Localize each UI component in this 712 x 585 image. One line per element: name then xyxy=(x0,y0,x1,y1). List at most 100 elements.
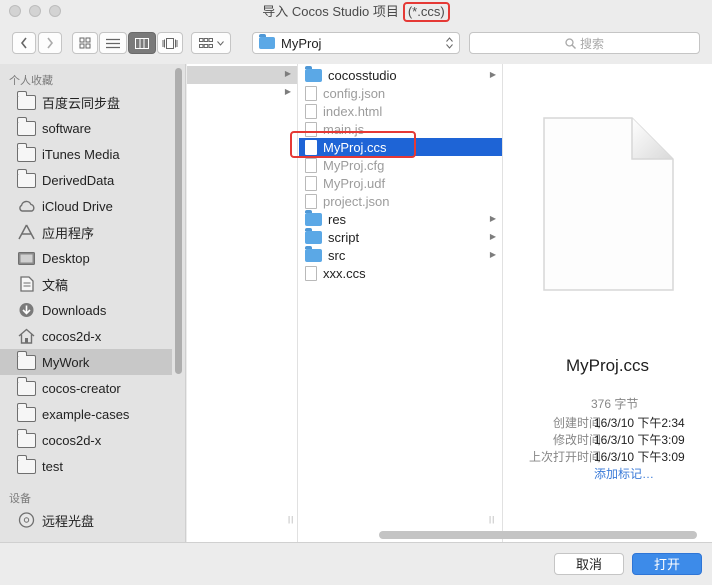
folder-icon xyxy=(17,90,36,110)
file-icon xyxy=(305,193,317,209)
search-placeholder: 搜索 xyxy=(579,36,604,51)
file-row-xxx-ccs[interactable]: xxx.ccs xyxy=(299,264,502,282)
sidebar-item-label: MyWork xyxy=(42,354,90,370)
dialog-footer: 取消 打开 xyxy=(0,542,712,585)
sidebar-item-remote-disc[interactable]: 远程光盘 xyxy=(0,507,172,533)
meta-value: 16/3/10 下午3:09 xyxy=(594,450,685,464)
preview-file-name: MyProj.ccs xyxy=(565,356,650,375)
file-row-myproj-cfg: MyProj.cfg xyxy=(299,156,502,174)
applications-icon xyxy=(18,224,35,240)
sidebar-item-label: test xyxy=(42,458,63,474)
forward-button[interactable] xyxy=(38,32,62,54)
file-name: xxx.ccs xyxy=(323,265,366,281)
updown-arrows-icon xyxy=(446,37,453,49)
disc-icon xyxy=(18,512,35,528)
disclosure-arrow-icon: ▶ xyxy=(284,87,291,96)
file-row-src[interactable]: src ▶ xyxy=(299,245,502,264)
chevron-down-icon xyxy=(216,40,224,46)
favorites-header: 个人收藏 xyxy=(9,75,53,87)
list-icon xyxy=(106,38,120,48)
window-controls xyxy=(9,5,61,17)
folder-icon xyxy=(17,428,36,448)
zoom-window-button[interactable] xyxy=(49,5,61,17)
folder-icon xyxy=(305,65,322,82)
sidebar-item-label: 百度云同步盘 xyxy=(42,95,121,111)
cloud-icon xyxy=(19,200,35,212)
sidebar: 个人收藏 百度云同步盘 software iTunes Media Derive… xyxy=(0,64,186,542)
sidebar-item-applications[interactable]: 应用程序 xyxy=(0,219,172,245)
sidebar-scrollbar[interactable] xyxy=(175,68,182,374)
file-row-cocosstudio[interactable]: cocosstudio ▶ xyxy=(299,65,502,84)
window-title: 导入 Cocos Studio 项目 xyxy=(262,4,399,19)
meta-label: 上次打开时间 xyxy=(528,450,601,464)
chevron-right-icon xyxy=(47,37,54,49)
sidebar-item-software[interactable]: software xyxy=(0,115,172,141)
meta-value: 16/3/10 下午2:34 xyxy=(594,416,685,430)
column-resize-handle[interactable]: || xyxy=(489,515,495,524)
sidebar-item-label: cocos2d-x xyxy=(42,328,102,344)
folder-icon xyxy=(305,227,322,244)
parent-column-row[interactable]: ▶ xyxy=(187,84,297,102)
icon-view-button[interactable] xyxy=(72,32,98,54)
search-field[interactable]: 搜索 xyxy=(469,32,700,54)
home-icon xyxy=(18,328,35,344)
sidebar-item-documents[interactable]: 文稿 xyxy=(0,271,172,297)
file-row-index-html: index.html xyxy=(299,102,502,120)
sidebar-item-baidu[interactable]: 百度云同步盘 xyxy=(0,89,172,115)
disclosure-arrow-icon: ▶ xyxy=(284,69,291,78)
cancel-button[interactable]: 取消 xyxy=(554,553,624,575)
column-resize-handle[interactable]: || xyxy=(288,515,294,524)
sidebar-item-cocos2d-x-folder[interactable]: cocos2d-x xyxy=(0,427,172,453)
sidebar-item-label: iCloud Drive xyxy=(42,198,113,214)
toolbar: MyProj 搜索 xyxy=(0,24,712,64)
sidebar-item-label: example-cases xyxy=(42,406,130,422)
sidebar-item-example-cases[interactable]: example-cases xyxy=(0,401,172,427)
list-view-button[interactable] xyxy=(99,32,127,54)
open-button[interactable]: 打开 xyxy=(632,553,702,575)
close-window-button[interactable] xyxy=(9,5,21,17)
file-name: src xyxy=(328,247,346,263)
file-icon xyxy=(305,157,317,173)
sidebar-item-label: 应用程序 xyxy=(42,225,95,241)
sidebar-item-label: software xyxy=(42,120,92,136)
file-row-script[interactable]: script ▶ xyxy=(299,227,502,246)
add-tags-link[interactable]: 添加标记… xyxy=(594,465,654,482)
sidebar-item-cocos-creator[interactable]: cocos-creator xyxy=(0,375,172,401)
horizontal-scrollbar[interactable] xyxy=(379,531,697,539)
column-view-button[interactable] xyxy=(128,32,156,54)
sidebar-item-test[interactable]: test xyxy=(0,453,172,479)
sidebar-item-itunes-media[interactable]: iTunes Media xyxy=(0,141,172,167)
file-row-res[interactable]: res ▶ xyxy=(299,209,502,228)
sidebar-item-icloud-drive[interactable]: iCloud Drive xyxy=(0,193,172,219)
path-popup[interactable]: MyProj xyxy=(252,32,460,54)
minimize-window-button[interactable] xyxy=(29,5,41,17)
file-row-myproj-udf: MyProj.udf xyxy=(299,174,502,192)
cover-flow-button[interactable] xyxy=(157,32,183,54)
disclosure-arrow-icon: ▶ xyxy=(489,232,496,241)
meta-value: 16/3/10 下午3:09 xyxy=(594,433,685,447)
desktop-icon xyxy=(18,251,35,265)
sidebar-item-label: cocos-creator xyxy=(42,380,121,396)
folder-icon xyxy=(17,402,36,422)
sidebar-item-downloads[interactable]: Downloads xyxy=(0,297,172,323)
sidebar-item-deriveddata[interactable]: DerivedData xyxy=(0,167,172,193)
sidebar-item-home[interactable]: cocos2d-x xyxy=(0,323,172,349)
arrange-menu-button[interactable] xyxy=(191,32,231,54)
sidebar-item-label: DerivedData xyxy=(42,172,115,188)
preview-created-row: 创建时间 16/3/10 下午2:34 xyxy=(503,414,712,431)
sidebar-item-label: cocos2d-x xyxy=(42,432,102,448)
file-icon xyxy=(305,175,317,191)
disclosure-arrow-icon: ▶ xyxy=(489,70,496,79)
folder-icon xyxy=(305,245,322,262)
parent-column-row[interactable]: ▶ xyxy=(187,66,297,84)
folder-icon xyxy=(17,350,36,370)
open-file-dialog: 导入 Cocos Studio 项目 (*.ccs) MyProj 搜索 个人收… xyxy=(0,0,712,585)
title-bar: 导入 Cocos Studio 项目 (*.ccs) xyxy=(0,0,712,24)
file-name: project.json xyxy=(323,193,390,209)
sidebar-item-desktop[interactable]: Desktop xyxy=(0,245,172,271)
folder-icon xyxy=(17,116,36,136)
file-name: res xyxy=(328,211,347,227)
sidebar-item-mywork[interactable]: MyWork xyxy=(0,349,172,375)
back-button[interactable] xyxy=(12,32,36,54)
file-name: script xyxy=(328,229,360,245)
